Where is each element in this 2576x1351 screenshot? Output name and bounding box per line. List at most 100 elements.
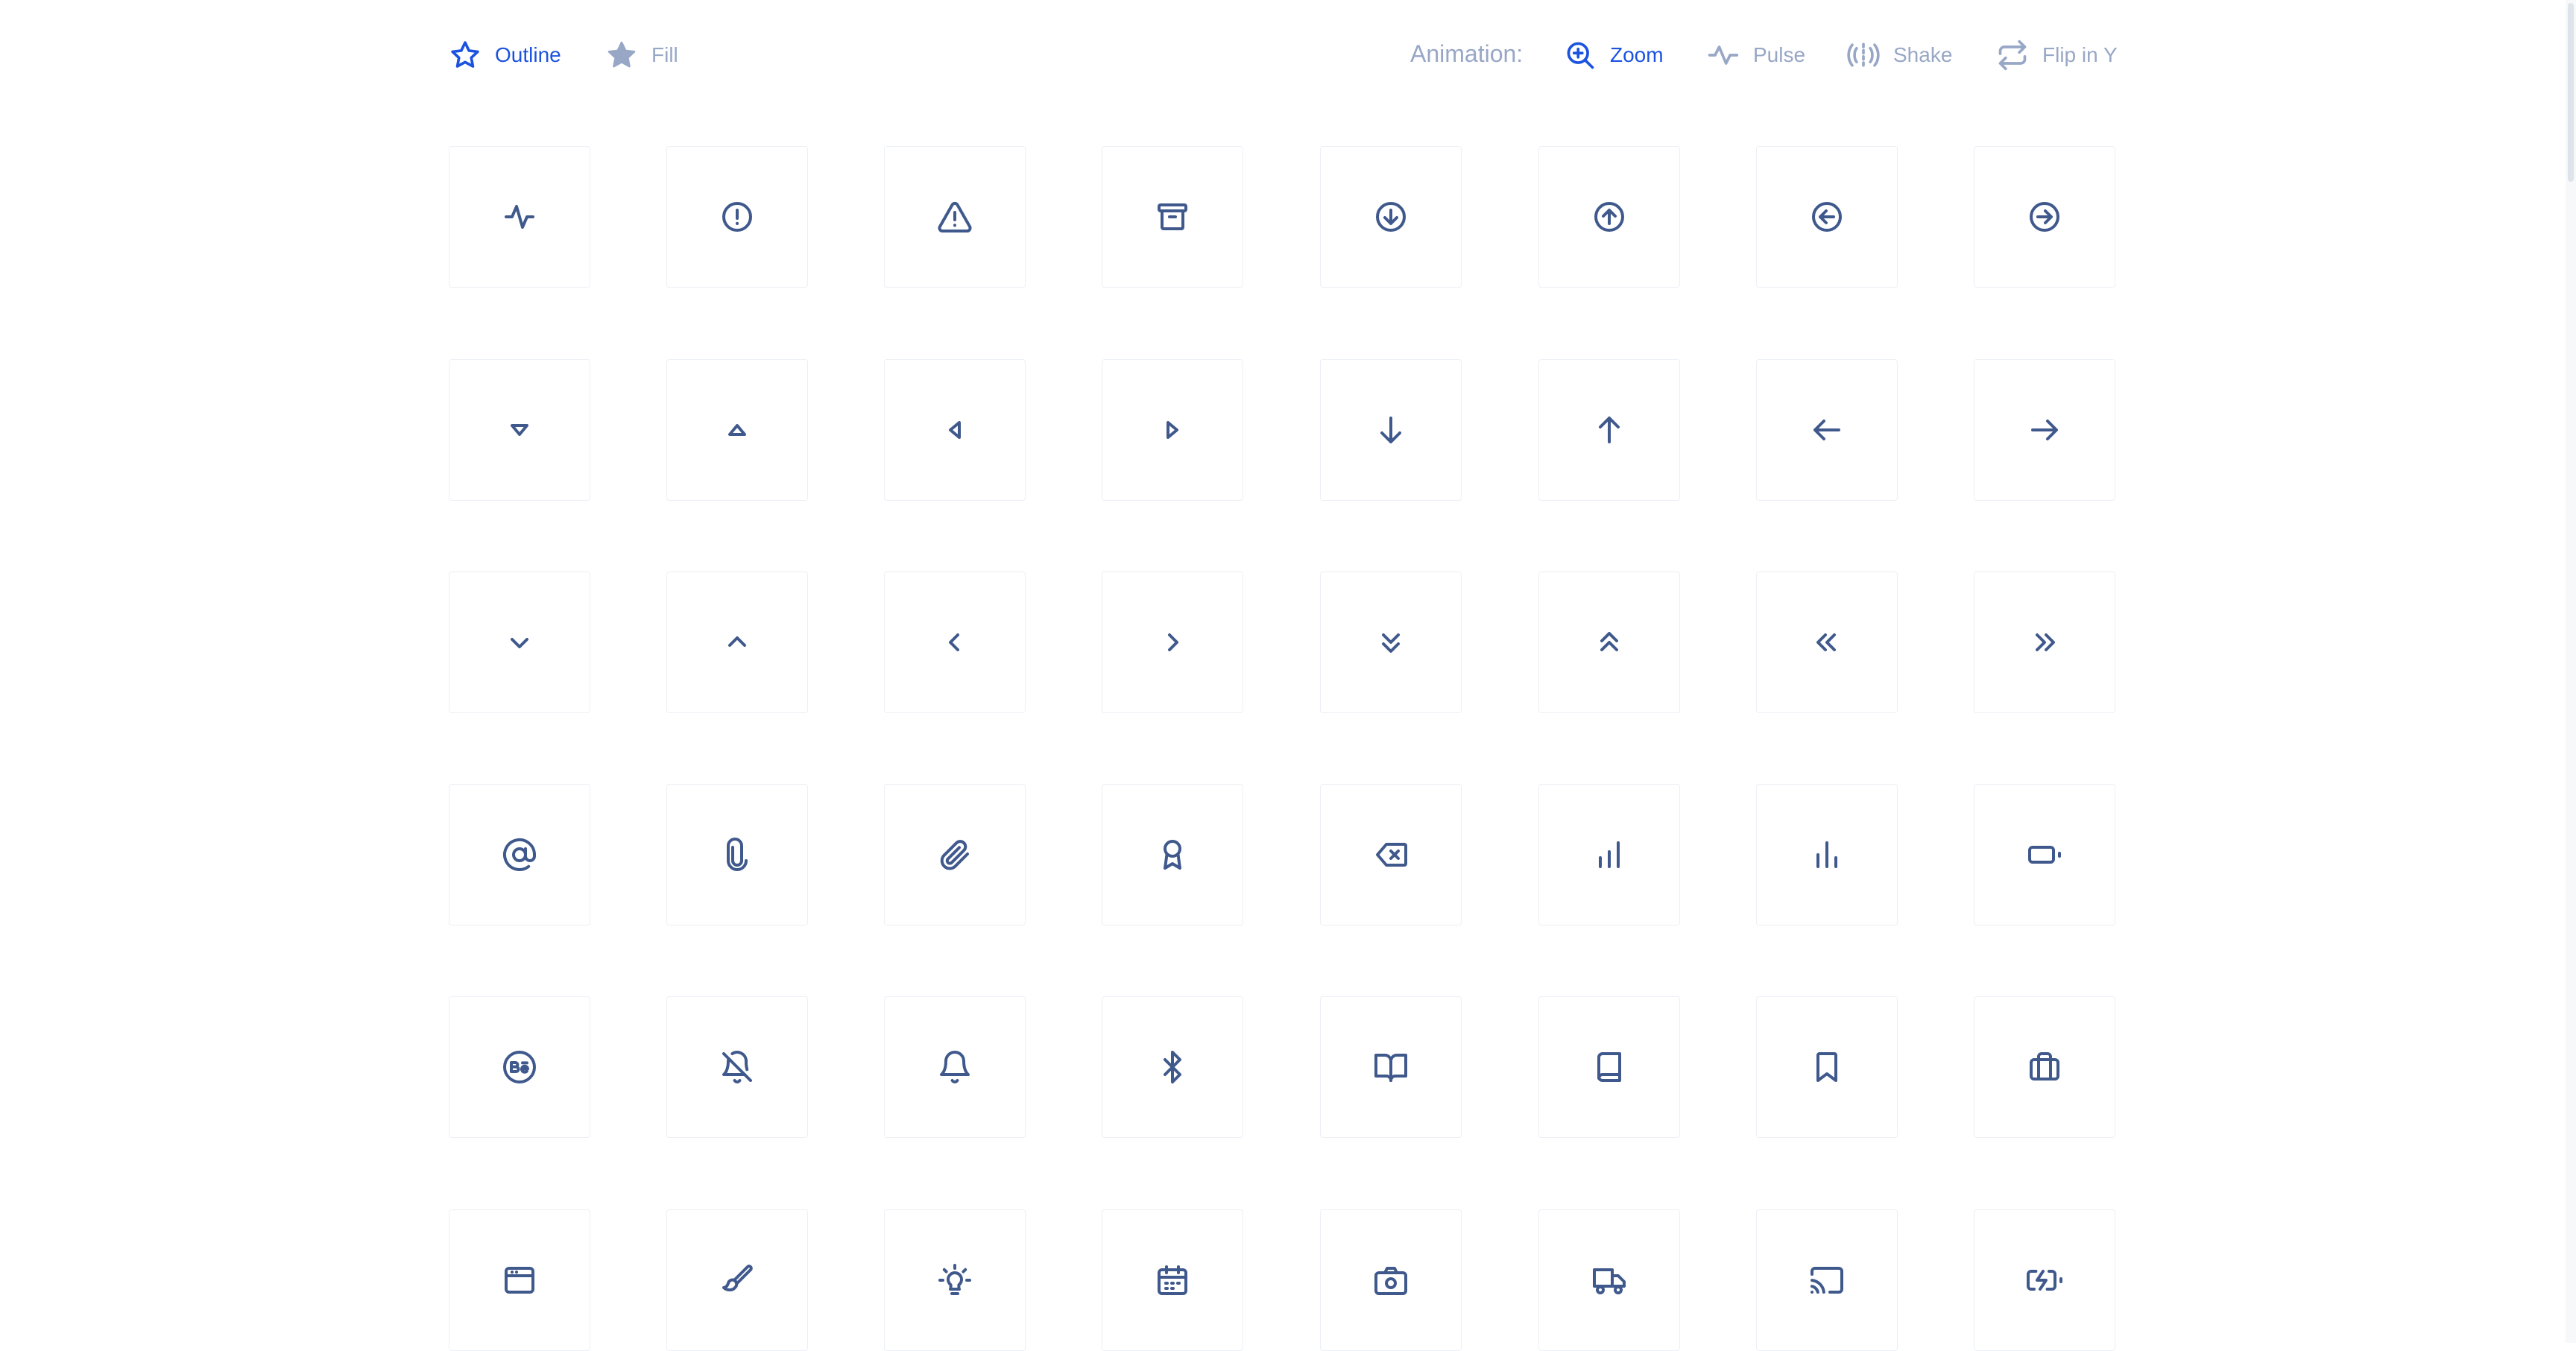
icon-cell[interactable]	[1320, 1209, 1462, 1351]
chevrons-right-icon	[2036, 633, 2055, 651]
bookmark-icon	[1816, 1052, 1837, 1082]
backspace-icon	[1376, 843, 1407, 867]
shake-label: Shake	[1893, 43, 1953, 66]
icon-cell[interactable]	[1320, 996, 1462, 1138]
icon-cell[interactable]	[1538, 1209, 1680, 1351]
icon-cell[interactable]	[449, 572, 590, 713]
icon-cell[interactable]	[1756, 1209, 1898, 1351]
icon-cell[interactable]	[884, 572, 1026, 713]
bar-chart-icon	[1599, 841, 1620, 868]
caret-right-icon	[1167, 421, 1178, 439]
icon-cell[interactable]	[1538, 572, 1680, 713]
icon-cell[interactable]	[1538, 146, 1680, 288]
scrollbar[interactable]	[2566, 0, 2576, 1343]
fill-label: Fill	[651, 43, 678, 66]
calendar-icon	[1158, 1265, 1187, 1295]
icon-cell[interactable]	[666, 572, 808, 713]
icon-cell[interactable]	[666, 784, 808, 926]
icon-cell[interactable]	[884, 359, 1026, 501]
cast-icon	[1811, 1267, 1843, 1294]
icon-cell[interactable]	[449, 784, 590, 926]
icon-cell[interactable]	[449, 359, 590, 501]
scrollbar-thumb[interactable]	[2568, 3, 2574, 182]
at-sign-icon	[503, 838, 536, 871]
arrow-left-icon	[1813, 420, 1840, 440]
battery-charging-icon	[2027, 1270, 2062, 1291]
icon-cell[interactable]	[884, 996, 1026, 1138]
arrow-down-icon	[1380, 417, 1401, 443]
chevrons-down-icon	[1382, 633, 1400, 653]
repeat-icon	[1998, 39, 2027, 71]
camera-icon	[1374, 1267, 1407, 1295]
icon-cell[interactable]	[1756, 784, 1898, 926]
icon-cell[interactable]	[1102, 996, 1243, 1138]
bulb-icon	[938, 1264, 971, 1295]
brush-icon	[722, 1265, 753, 1291]
icon-cell[interactable]	[449, 1209, 590, 1351]
star-filled-icon	[607, 41, 636, 68]
icon-cell[interactable]	[1102, 359, 1243, 501]
chevrons-left-icon	[1816, 633, 1836, 651]
star-outline-icon	[451, 41, 479, 68]
animation-zoom[interactable]: Zoom	[1564, 34, 1664, 76]
browser-icon	[505, 1267, 534, 1294]
animation-flip-y[interactable]: Flip in Y	[1996, 34, 2118, 76]
icon-cell[interactable]	[1102, 784, 1243, 926]
icon-cell[interactable]	[1974, 572, 2115, 713]
book-open-icon	[1374, 1054, 1407, 1082]
icon-cell[interactable]	[1756, 146, 1898, 288]
icon-cell[interactable]	[1102, 146, 1243, 288]
outline-toggle[interactable]: Outline	[449, 34, 561, 76]
attachment-icon	[940, 840, 969, 870]
caret-down-icon	[511, 424, 528, 436]
icon-cell[interactable]	[1538, 996, 1680, 1138]
icon-cell[interactable]	[884, 146, 1026, 288]
icon-cell[interactable]	[1756, 572, 1898, 713]
icon-cell[interactable]	[1320, 572, 1462, 713]
icon-cell[interactable]	[449, 146, 590, 288]
icon-cell[interactable]	[1102, 572, 1243, 713]
icon-cell[interactable]	[884, 1209, 1026, 1351]
outline-label: Outline	[495, 43, 561, 66]
caret-up-icon	[728, 424, 746, 436]
icon-cell[interactable]	[1320, 359, 1462, 501]
arrow-up-circle-icon	[1594, 202, 1624, 232]
icon-cell[interactable]	[666, 1209, 808, 1351]
briefcase-icon	[2030, 1052, 2059, 1081]
icon-cell[interactable]	[1320, 146, 1462, 288]
icon-cell[interactable]	[1974, 359, 2115, 501]
chevron-down-icon	[511, 638, 528, 648]
bell-icon	[940, 1051, 970, 1083]
activity-icon	[505, 205, 534, 229]
battery-icon	[2028, 846, 2061, 864]
behance-icon	[503, 1051, 536, 1083]
pulse-icon	[1708, 45, 1739, 65]
icon-cell[interactable]	[1538, 359, 1680, 501]
zoom-label: Zoom	[1610, 43, 1664, 66]
archive-icon	[1158, 203, 1187, 230]
icon-cell[interactable]	[1320, 784, 1462, 926]
icon-cell[interactable]	[666, 996, 808, 1138]
icon-cell[interactable]	[1974, 146, 2115, 288]
animation-shake[interactable]: Shake	[1847, 34, 1952, 76]
paperclip-icon	[727, 838, 748, 871]
truck-icon	[1593, 1268, 1626, 1294]
icon-cell[interactable]	[884, 784, 1026, 926]
icon-cell[interactable]	[1756, 359, 1898, 501]
icon-cell[interactable]	[1974, 996, 2115, 1138]
alert-triangle-icon	[938, 201, 972, 232]
chevrons-up-icon	[1600, 632, 1618, 651]
icon-cell[interactable]	[666, 146, 808, 288]
icon-cell[interactable]	[1974, 1209, 2115, 1351]
icon-cell[interactable]	[1538, 784, 1680, 926]
fill-toggle[interactable]: Fill	[605, 34, 678, 76]
icon-cell[interactable]	[449, 996, 590, 1138]
icon-cell[interactable]	[666, 359, 808, 501]
icon-cell[interactable]	[1974, 784, 2115, 926]
icon-cell[interactable]	[1102, 1209, 1243, 1351]
animation-label: Animation:	[1410, 40, 1524, 67]
icon-cell[interactable]	[1756, 996, 1898, 1138]
bar-chart-alt-icon	[1816, 841, 1837, 868]
animation-pulse[interactable]: Pulse	[1707, 34, 1805, 76]
arrow-right-icon	[2031, 420, 2058, 440]
